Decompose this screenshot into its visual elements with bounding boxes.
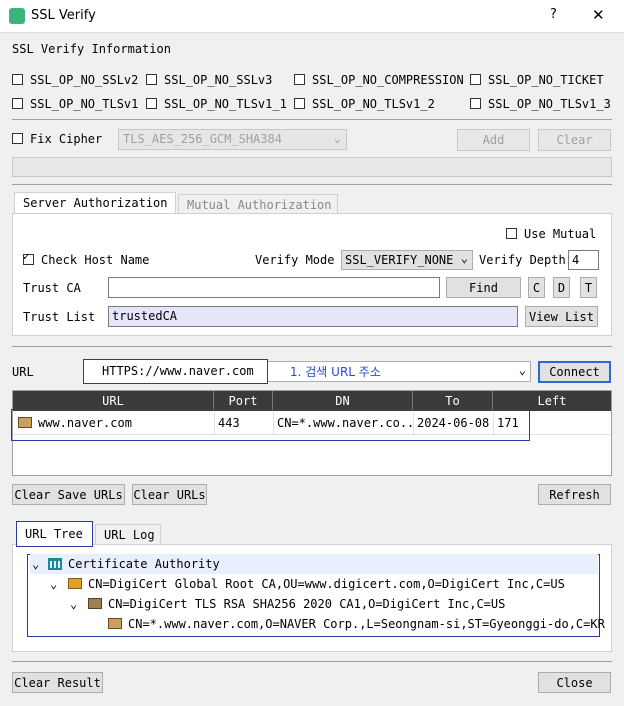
opt-label: SSL_OP_NO_SSLv3: [164, 73, 273, 87]
cipher-value: TLS_AES_256_GCM_SHA384: [123, 132, 282, 146]
check-host-label: Check Host Name: [41, 253, 150, 267]
trust-list-input[interactable]: trustedCA: [108, 306, 518, 327]
chevron-down-icon: ⌄: [460, 251, 468, 265]
divider: [12, 184, 612, 185]
tree-node[interactable]: ⌄ CN=DigiCert Global Root CA,OU=www.digi…: [48, 574, 598, 594]
opt-checkbox[interactable]: [146, 98, 157, 109]
d-button[interactable]: D: [553, 277, 570, 298]
tree-label: Certificate Authority: [68, 557, 220, 571]
chevron-down-icon: ⌄: [333, 131, 341, 145]
opt-checkbox[interactable]: [146, 74, 157, 85]
bank-icon: [48, 558, 62, 570]
tab-url-tree[interactable]: URL Tree: [16, 521, 93, 547]
url-annotation: 1. 검색 URL 주소: [290, 365, 381, 379]
c-button[interactable]: C: [528, 277, 545, 298]
tree-label: CN=*.www.naver.com,O=NAVER Corp.,L=Seong…: [128, 617, 605, 631]
check-icon: ✓: [23, 250, 30, 263]
tree-node-root[interactable]: ⌄ Certificate Authority: [30, 554, 598, 574]
chevron-down-icon: ⌄: [70, 597, 78, 611]
opt-label: SSL_OP_NO_COMPRESSION: [312, 73, 464, 87]
col-header[interactable]: To: [413, 391, 493, 411]
opt-checkbox[interactable]: [294, 74, 305, 85]
col-header[interactable]: DN: [273, 391, 413, 411]
verify-depth-input[interactable]: 4: [568, 250, 599, 270]
trust-ca-input[interactable]: [108, 277, 440, 298]
certificate-icon: [68, 578, 82, 589]
tree-label: CN=DigiCert TLS RSA SHA256 2020 CA1,O=Di…: [108, 597, 506, 611]
clear-save-urls-button[interactable]: Clear Save URLs: [12, 484, 125, 505]
clear-urls-button[interactable]: Clear URLs: [132, 484, 207, 505]
opt-checkbox[interactable]: [470, 74, 481, 85]
opt-label: SSL_OP_NO_TICKET: [488, 73, 604, 87]
divider: [12, 661, 612, 662]
verify-mode-label: Verify Mode: [255, 253, 335, 267]
trust-ca-label: Trust CA: [23, 281, 81, 295]
opt-checkbox[interactable]: [12, 98, 23, 109]
tree-node[interactable]: CN=*.www.naver.com,O=NAVER Corp.,L=Seong…: [108, 614, 605, 634]
cipher-select[interactable]: TLS_AES_256_GCM_SHA384 ⌄: [118, 129, 347, 150]
use-mutual-checkbox[interactable]: [506, 228, 517, 239]
col-header[interactable]: Left: [493, 391, 611, 411]
fix-cipher-checkbox[interactable]: [12, 133, 23, 144]
opt-label: SSL_OP_NO_TLSv1: [30, 97, 139, 111]
certificate-icon: [108, 618, 122, 629]
opt-checkbox[interactable]: [470, 98, 481, 109]
col-header[interactable]: Port: [214, 391, 273, 411]
clear-result-button[interactable]: Clear Result: [12, 672, 103, 693]
t-button[interactable]: T: [580, 277, 597, 298]
opt-label: SSL_OP_NO_SSLv2: [30, 73, 139, 87]
title-bar: SSL Verify ? ✕: [0, 0, 624, 33]
chevron-down-icon: ⌄: [32, 557, 40, 571]
url-value: HTTPS://www.naver.com: [102, 364, 254, 378]
view-list-button[interactable]: View List: [525, 306, 598, 327]
tab-mutual-authorization[interactable]: Mutual Authorization: [178, 194, 338, 214]
cipher-list-box: [12, 157, 612, 177]
close-button[interactable]: Close: [538, 672, 611, 693]
row-highlight: [11, 409, 530, 441]
url-input[interactable]: HTTPS://www.naver.com: [83, 359, 268, 384]
section-title: SSL Verify Information: [12, 42, 171, 56]
verify-mode-select[interactable]: SSL_VERIFY_NONE ⌄: [341, 250, 473, 270]
chevron-down-icon: ⌄: [518, 363, 526, 377]
fix-cipher-label: Fix Cipher: [30, 132, 103, 146]
col-header[interactable]: URL: [13, 391, 214, 411]
window-title: SSL Verify: [31, 8, 96, 23]
tab-url-log[interactable]: URL Log: [95, 524, 161, 544]
refresh-button[interactable]: Refresh: [538, 484, 611, 505]
url-label: URL: [12, 365, 34, 379]
certificate-icon: [88, 598, 102, 609]
verify-mode-value: SSL_VERIFY_NONE: [345, 253, 454, 267]
opt-label: SSL_OP_NO_TLSv1_1: [164, 97, 287, 111]
clear-button[interactable]: Clear: [538, 129, 611, 151]
opt-checkbox[interactable]: [12, 74, 23, 85]
opt-label: SSL_OP_NO_TLSv1_3: [488, 97, 611, 111]
connect-button[interactable]: Connect: [538, 361, 611, 383]
opt-label: SSL_OP_NO_TLSv1_2: [312, 97, 435, 111]
close-icon[interactable]: ✕: [592, 6, 605, 24]
chevron-down-icon: ⌄: [50, 577, 58, 591]
verify-depth-label: Verify Depth: [479, 253, 566, 267]
opt-checkbox[interactable]: [294, 98, 305, 109]
app-icon: [9, 8, 25, 24]
divider: [12, 119, 612, 120]
divider: [12, 346, 612, 347]
trust-list-label: Trust List: [23, 310, 96, 324]
tab-server-authorization[interactable]: Server Authorization: [14, 192, 176, 214]
use-mutual-label: Use Mutual: [524, 227, 597, 241]
tree-node[interactable]: ⌄ CN=DigiCert TLS RSA SHA256 2020 CA1,O=…: [68, 594, 598, 614]
add-button[interactable]: Add: [457, 129, 530, 151]
tree-label: CN=DigiCert Global Root CA,OU=www.digice…: [88, 577, 565, 591]
find-button[interactable]: Find: [446, 277, 521, 298]
help-button[interactable]: ?: [550, 7, 557, 22]
